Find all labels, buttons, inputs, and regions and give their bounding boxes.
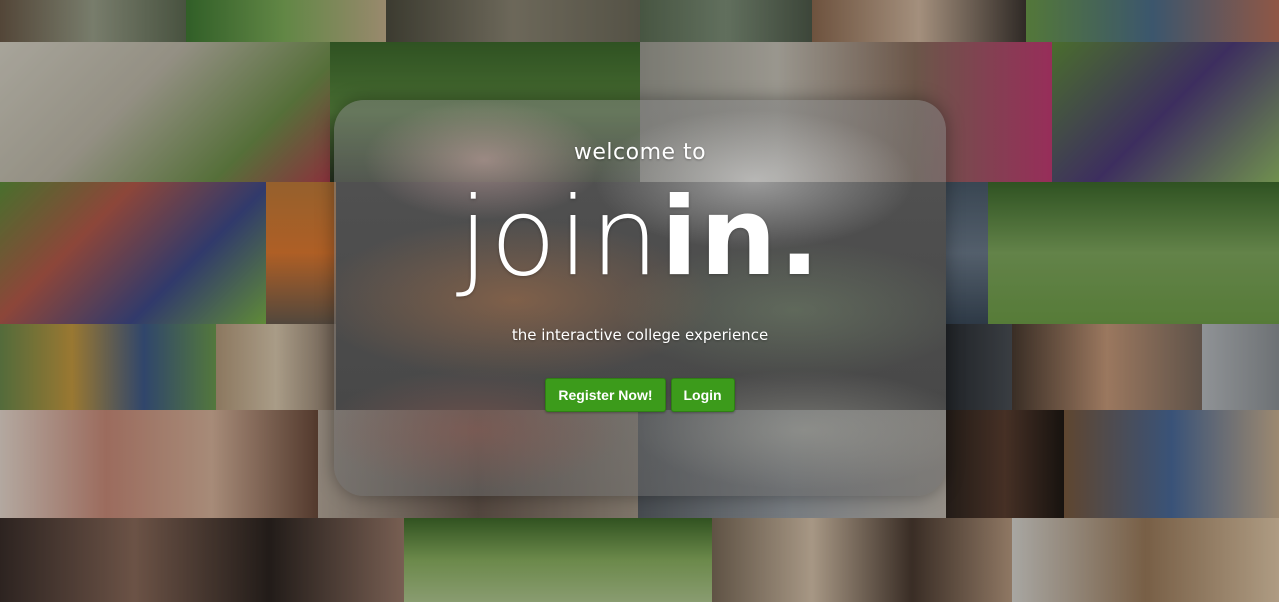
- hero-actions: Register Now! Login: [334, 378, 946, 412]
- photo-tile: [186, 0, 386, 42]
- photo-tile: [0, 410, 318, 518]
- register-button[interactable]: Register Now!: [545, 378, 666, 412]
- tagline: the interactive college experience: [511, 326, 769, 344]
- photo-tile: [0, 0, 186, 42]
- photo-tile: [1064, 410, 1279, 518]
- photo-tile: [1012, 518, 1279, 602]
- welcome-text: welcome to: [573, 140, 707, 165]
- logo-bold-text: in: [660, 175, 779, 300]
- photo-tile: [1026, 0, 1279, 42]
- hero-panel: welcome to joinin. the interactive colle…: [334, 100, 946, 496]
- photo-tile: [216, 324, 336, 410]
- photo-tile: [1202, 324, 1279, 410]
- photo-tile: [404, 518, 712, 602]
- logo-light-text: join: [458, 175, 661, 300]
- photo-tile: [266, 182, 336, 324]
- photo-tile: [1052, 42, 1279, 182]
- joinin-logo: joinin.: [334, 178, 946, 298]
- photo-tile: [0, 182, 266, 324]
- photo-tile: [812, 0, 1026, 42]
- photo-tile: [712, 518, 1012, 602]
- photo-tile: [988, 182, 1279, 324]
- photo-tile: [0, 42, 330, 182]
- photo-tile: [946, 410, 1064, 518]
- photo-tile: [1012, 324, 1202, 410]
- photo-tile: [386, 0, 640, 42]
- login-button[interactable]: Login: [670, 378, 735, 412]
- logo-dot: .: [778, 175, 822, 300]
- photo-tile: [640, 0, 812, 42]
- photo-tile: [0, 324, 216, 410]
- landing-page: welcome to joinin. the interactive colle…: [0, 0, 1279, 602]
- photo-tile: [946, 324, 1012, 410]
- photo-tile: [0, 518, 404, 602]
- photo-tile: [946, 182, 988, 324]
